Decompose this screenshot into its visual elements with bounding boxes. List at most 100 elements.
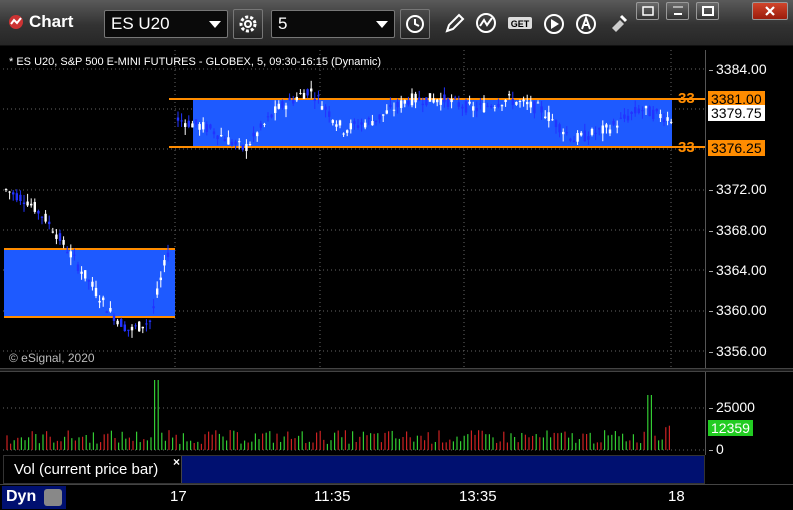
price-tick: 3364.00	[709, 262, 767, 278]
price-axis[interactable]: 3384.00 3372.00 3368.00 3364.00 3360.00 …	[705, 50, 793, 368]
price-tick: 3368.00	[709, 222, 767, 238]
restore-button[interactable]	[636, 2, 659, 20]
time-tick: 11:35	[314, 488, 351, 505]
candle-body	[212, 131, 216, 135]
candle-body	[468, 101, 471, 104]
settings-button[interactable]	[233, 9, 263, 39]
candle-body	[76, 264, 80, 271]
svg-text:GET: GET	[511, 19, 530, 29]
candle-body	[37, 210, 40, 214]
candle-body	[328, 111, 331, 117]
candle-body	[120, 318, 123, 327]
draw-button[interactable]	[440, 11, 468, 37]
candle-body	[526, 102, 529, 105]
alert-icon	[576, 14, 596, 34]
symbol-value: ES U20	[111, 14, 170, 33]
candle-body	[655, 108, 658, 112]
lower-band-price-label: 3376.25	[708, 140, 765, 156]
candle-body	[605, 124, 608, 128]
replay-button[interactable]	[540, 11, 568, 37]
close-button[interactable]	[752, 2, 788, 20]
candle-body	[439, 98, 442, 105]
volume-plot[interactable]	[3, 372, 705, 455]
candle-body	[580, 132, 583, 136]
price-chart[interactable]: * ES U20, S&P 500 E-MINI FUTURES - GLOBE…	[3, 50, 705, 368]
candle-body	[576, 133, 579, 142]
candle-body	[66, 252, 69, 254]
get-button[interactable]: GET	[506, 11, 534, 37]
candle-body	[450, 99, 453, 103]
symbol-combo[interactable]: ES U20	[104, 10, 228, 38]
candle-body	[475, 107, 478, 112]
candle-body	[400, 100, 403, 108]
candle-body	[166, 252, 170, 258]
minimize-button[interactable]	[666, 2, 689, 20]
price-tick: 3384.00	[709, 61, 767, 77]
candle-body	[500, 105, 504, 107]
candle-body	[518, 101, 522, 103]
time-button[interactable]	[400, 9, 430, 39]
candle-body	[274, 106, 277, 113]
candle-body	[637, 108, 640, 113]
candle-body	[216, 135, 219, 140]
interval-value: 5	[278, 14, 288, 33]
candle-body	[385, 110, 388, 114]
candle-body	[587, 136, 590, 140]
candle-body	[230, 141, 234, 145]
candle-body	[565, 132, 568, 134]
candle-body	[497, 104, 500, 107]
candle-body	[338, 120, 342, 126]
candle-body	[288, 97, 291, 101]
alert-button[interactable]	[572, 11, 600, 37]
candle-body	[356, 125, 360, 128]
studies-button[interactable]	[472, 11, 500, 37]
candle-body	[432, 98, 435, 103]
lock-icon[interactable]	[44, 489, 62, 506]
link-button[interactable]	[604, 11, 632, 37]
time-axis[interactable]: Dyn 17 11:35 13:35 18	[0, 484, 793, 510]
candle-body	[493, 107, 496, 109]
candle-body	[163, 260, 166, 266]
candle-body	[102, 297, 105, 301]
price-plot[interactable]	[3, 50, 705, 368]
close-icon[interactable]: ×	[173, 455, 180, 469]
candle-body	[263, 123, 266, 125]
candle-body	[209, 124, 212, 129]
candle-body	[544, 116, 547, 119]
chevron-down-icon[interactable]	[376, 20, 388, 28]
volume-tick: 25000	[709, 399, 755, 415]
candle-body	[191, 123, 194, 128]
volume-chart[interactable]	[3, 372, 705, 455]
candle-body	[284, 105, 288, 110]
candle-body	[648, 106, 651, 117]
candle-body	[428, 93, 432, 102]
candle-body	[320, 106, 324, 110]
candle-body	[156, 288, 159, 295]
time-tick: 13:35	[459, 488, 497, 505]
candle-body	[202, 122, 205, 130]
candle-body	[464, 101, 468, 113]
candle-body	[299, 93, 302, 95]
interval-combo[interactable]: 5	[271, 10, 395, 38]
volume-study-label: Vol (current price bar)	[14, 461, 159, 478]
candle-body	[116, 320, 119, 325]
volume-study-bar: Vol (current price bar) ×	[3, 455, 705, 484]
candle-body	[198, 124, 201, 130]
candle-body	[511, 99, 514, 105]
candle-body	[141, 326, 144, 329]
candle-body	[443, 94, 446, 103]
candle-body	[227, 137, 230, 145]
volume-axis[interactable]: 25000 0 12359	[705, 372, 793, 457]
candle-body	[472, 106, 475, 111]
volume-study-tab[interactable]: Vol (current price bar) ×	[4, 455, 182, 483]
dynamic-mode-button[interactable]: Dyn	[2, 486, 66, 509]
maximize-button[interactable]	[696, 2, 719, 20]
candle-body	[515, 101, 518, 105]
candle-body	[522, 99, 525, 102]
candle-body	[529, 101, 532, 108]
candle-body	[590, 128, 594, 135]
candle-body	[421, 103, 424, 106]
candle-body	[504, 99, 507, 103]
candle-body	[112, 315, 116, 321]
chevron-down-icon[interactable]	[209, 20, 221, 28]
